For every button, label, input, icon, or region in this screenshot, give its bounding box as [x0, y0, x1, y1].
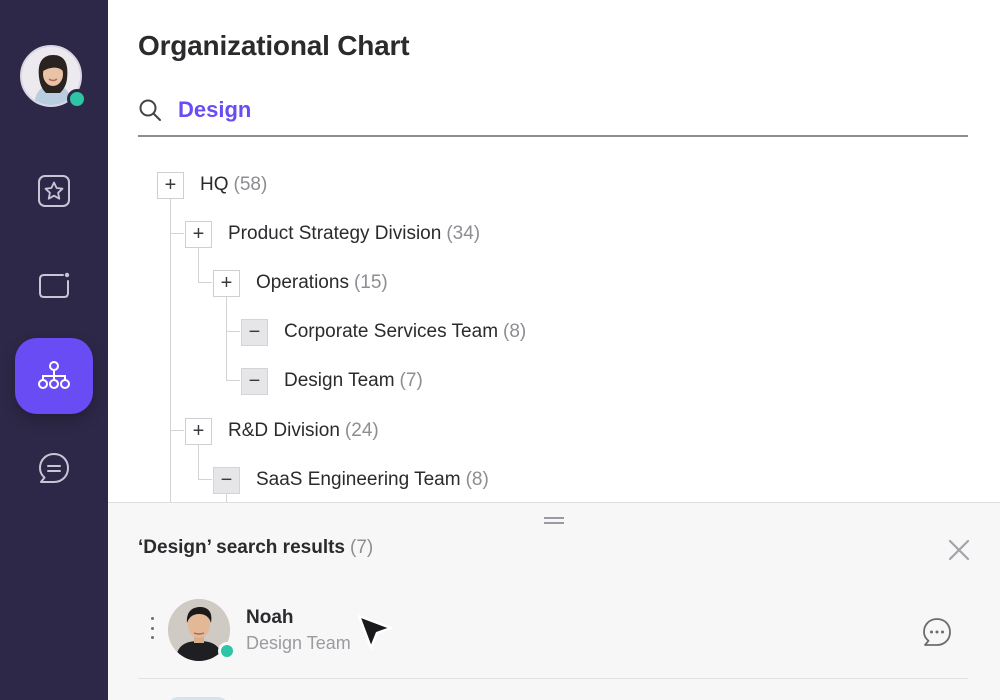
tree-connector — [170, 233, 184, 234]
collapse-toggle[interactable]: − — [213, 466, 240, 494]
sidebar-item-chat[interactable] — [15, 430, 93, 506]
tree-node-count: (15) — [353, 272, 388, 293]
tree-connector — [226, 331, 240, 332]
collapse-toggle[interactable]: − — [241, 367, 268, 395]
tree-node-label: Product Strategy Division — [228, 223, 442, 244]
expand-toggle[interactable]: + — [185, 220, 212, 248]
tree-connector — [198, 444, 199, 480]
dot — [150, 617, 154, 620]
notification-box-icon — [39, 272, 70, 298]
main-content: Organizational Chart + HQ (58) + Product… — [108, 0, 1000, 700]
tree-node-label: R&D Division — [228, 420, 340, 441]
tree-node-count: (24) — [344, 420, 379, 441]
star-icon — [38, 175, 70, 207]
handle-line — [544, 522, 564, 524]
tree-node-rd-division[interactable]: + R&D Division (24) — [185, 416, 379, 446]
tree-connector — [198, 247, 199, 283]
person-name: Noah — [246, 607, 294, 628]
search-results-panel: ‘Design’ search results (7) Noah Design … — [108, 502, 1000, 700]
tree-node-label: SaaS Engineering Team — [256, 469, 461, 490]
tree-node-count: (8) — [503, 321, 527, 342]
tree-connector — [170, 198, 171, 502]
org-chart-icon — [38, 361, 70, 389]
user-avatar[interactable] — [20, 45, 87, 109]
chat-button[interactable] — [920, 615, 954, 649]
tree-connector — [198, 282, 212, 283]
chat-bubble-icon — [923, 618, 951, 646]
close-icon — [948, 539, 970, 561]
sidebar-item-notifications[interactable] — [15, 246, 93, 322]
expand-toggle[interactable]: + — [185, 417, 212, 445]
results-count: (7) — [350, 537, 374, 558]
chat-bubble-icon — [39, 453, 69, 483]
tree-node-product-strategy-division[interactable]: + Product Strategy Division (34) — [185, 219, 480, 249]
person-avatar[interactable] — [168, 599, 236, 661]
tree-connector — [226, 380, 240, 381]
tree-node-design-team[interactable]: − Design Team (7) — [241, 366, 423, 396]
online-status-indicator — [218, 642, 236, 660]
tree-node-label: Corporate Services Team — [284, 321, 499, 342]
tree-node-hq[interactable]: + HQ (58) — [157, 170, 267, 200]
search-bar[interactable] — [138, 88, 968, 137]
panel-resize-handle[interactable] — [544, 517, 564, 525]
tree-node-count: (58) — [233, 174, 268, 195]
online-status-indicator — [67, 89, 87, 109]
search-input[interactable] — [178, 97, 878, 123]
expand-toggle[interactable]: + — [157, 171, 184, 199]
tree-connector — [198, 479, 212, 480]
tree-connector — [226, 296, 227, 381]
person-team: Design Team — [246, 633, 351, 653]
tree-node-operations[interactable]: + Operations (15) — [213, 268, 388, 298]
tree-node-label: Operations — [256, 272, 349, 293]
results-title: ‘Design’ search results — [138, 537, 345, 558]
search-icon — [139, 99, 161, 121]
results-heading: ‘Design’ search results (7) — [138, 537, 373, 559]
collapse-toggle[interactable]: − — [241, 318, 268, 346]
tree-node-count: (7) — [399, 370, 423, 391]
org-tree: + HQ (58) + Product Strategy Division (3… — [108, 150, 1000, 502]
sidebar-item-favorites[interactable] — [15, 153, 93, 229]
dot — [150, 636, 154, 639]
close-results-button[interactable] — [946, 537, 972, 563]
expand-toggle[interactable]: + — [213, 269, 240, 297]
tree-node-label: Design Team — [284, 370, 395, 391]
page-title: Organizational Chart — [138, 30, 410, 61]
tree-node-count: (8) — [465, 469, 489, 490]
tree-node-label: HQ — [200, 174, 229, 195]
tree-node-saas-engineering-team[interactable]: − SaaS Engineering Team (8) — [213, 465, 489, 495]
tree-node-corporate-services-team[interactable]: − Corporate Services Team (8) — [241, 317, 526, 347]
dot — [150, 626, 154, 630]
result-item[interactable]: Noah Design Team — [138, 595, 968, 679]
sidebar — [0, 0, 108, 700]
more-options-icon[interactable] — [146, 617, 158, 639]
tree-connector — [170, 430, 184, 431]
handle-line — [544, 517, 564, 519]
tree-node-count: (34) — [446, 223, 481, 244]
sidebar-item-org-chart[interactable] — [15, 338, 93, 414]
